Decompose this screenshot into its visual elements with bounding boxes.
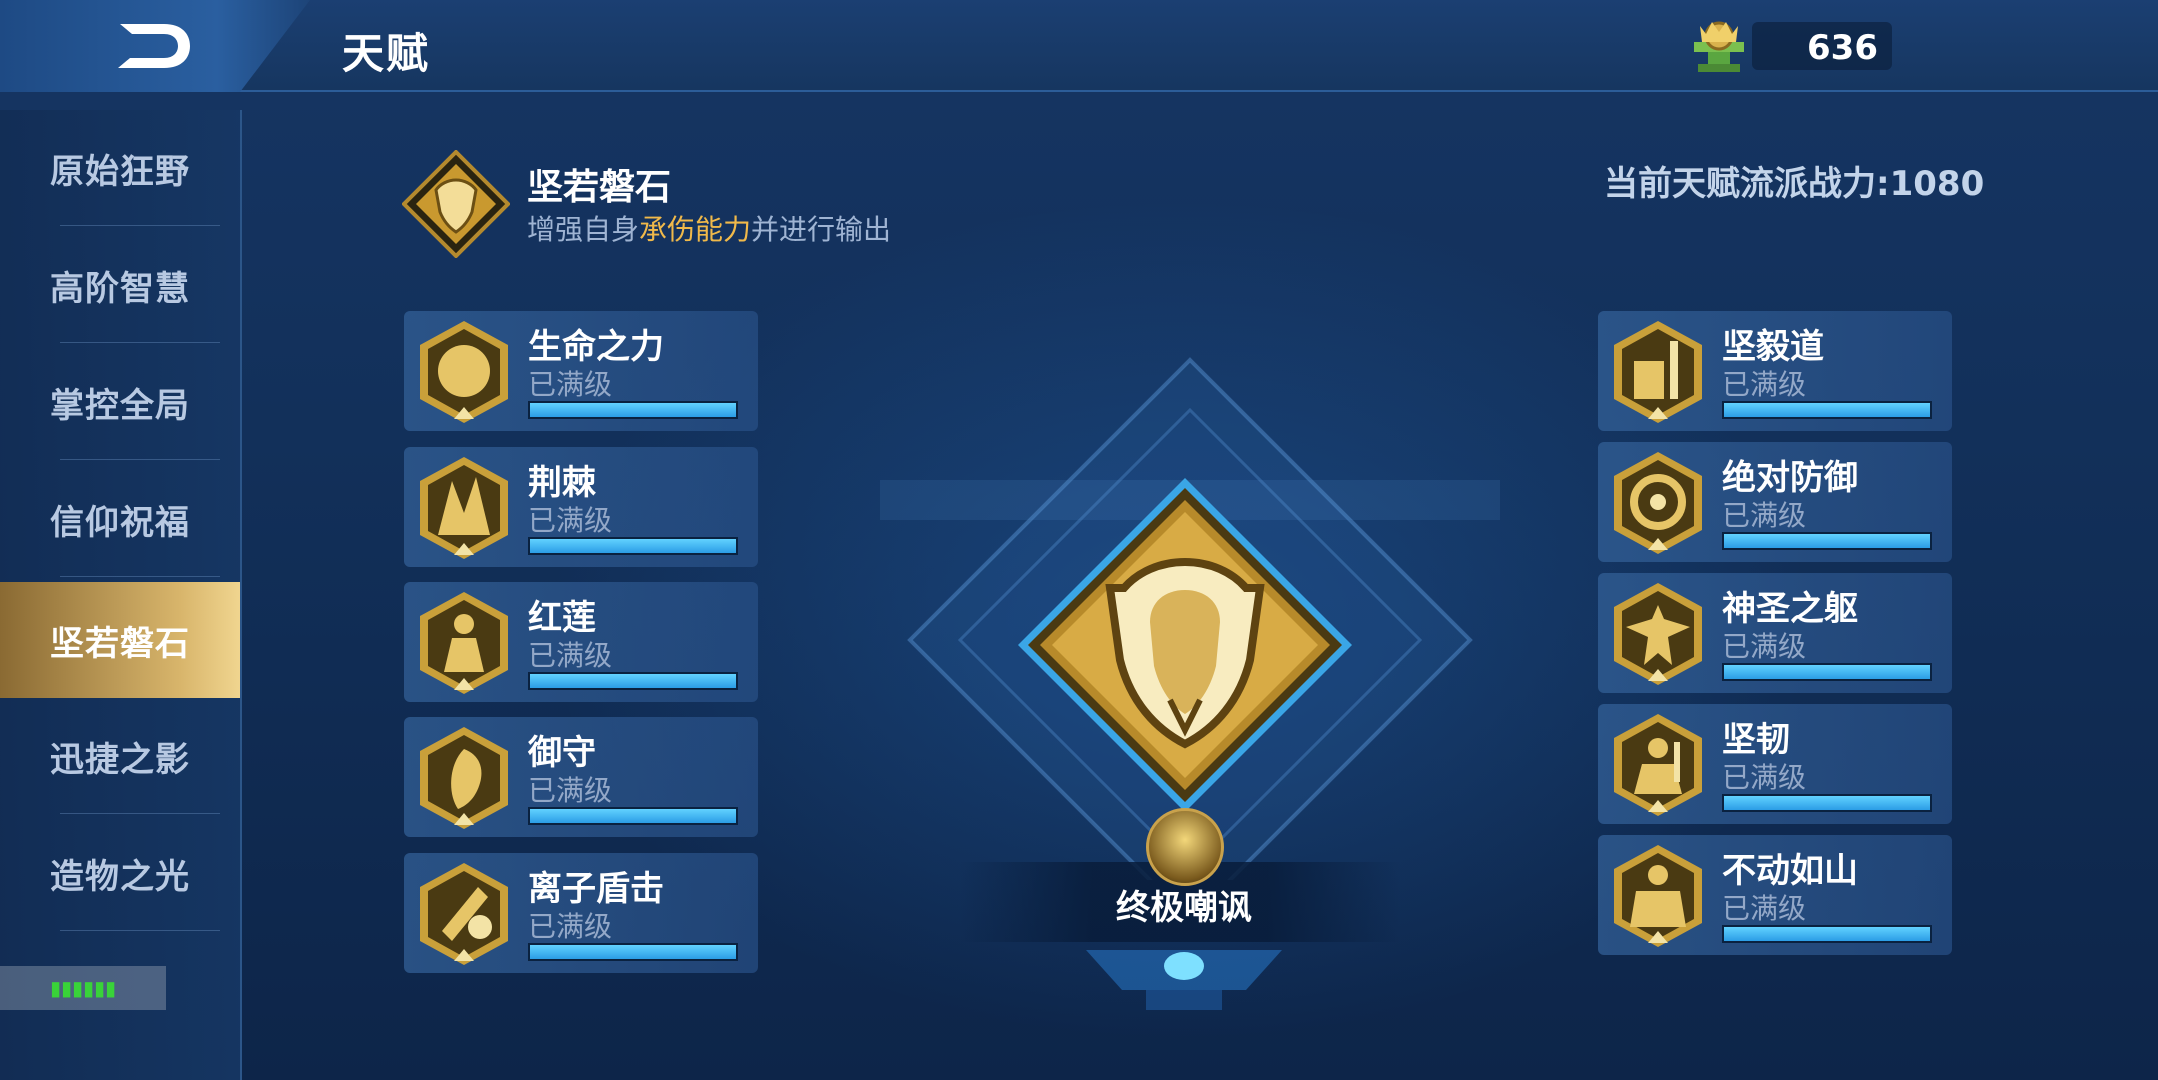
talent-name: 坚毅道 <box>1722 327 1824 367</box>
talent-status: 已满级 <box>528 774 613 807</box>
holy-body-icon <box>1614 583 1702 685</box>
glow-pedestal-icon <box>1086 950 1282 1010</box>
absolute-defense-icon <box>1614 452 1702 554</box>
talent-status: 已满级 <box>1722 892 1807 925</box>
talent-card[interactable]: 生命之力 已满级 <box>404 311 758 431</box>
currency-pill: 636 <box>1752 22 1892 70</box>
talent-name: 离子盾击 <box>528 869 664 909</box>
back-button[interactable] <box>0 0 310 92</box>
talent-progress-bar <box>1722 532 1932 550</box>
school-sidebar: 原始狂野 高阶智慧 掌控全局 信仰祝福 坚若磐石 迅捷之影 造物之光 <box>0 110 242 1080</box>
talent-name: 御守 <box>528 733 596 773</box>
talent-progress-bar <box>528 401 738 419</box>
talent-progress-fill <box>1724 796 1930 810</box>
talent-card[interactable]: 离子盾击 已满级 <box>404 853 758 973</box>
ultimate-emblem-icon <box>1018 478 1352 812</box>
talent-status: 已满级 <box>1722 499 1807 532</box>
talent-progress-bar <box>528 943 738 961</box>
thorns-icon <box>420 457 508 559</box>
talent-status: 已满级 <box>1722 761 1807 794</box>
guard-icon <box>420 727 508 829</box>
ultimate-name: 终极嘲讽 <box>1116 888 1252 928</box>
talent-card[interactable]: 神圣之躯 已满级 <box>1598 573 1952 693</box>
talent-status: 已满级 <box>1722 630 1807 663</box>
talent-progress-bar <box>528 537 738 555</box>
talent-card[interactable]: 坚毅道 已满级 <box>1598 311 1952 431</box>
talent-progress-fill <box>1724 403 1930 417</box>
talent-card[interactable]: 坚韧 已满级 <box>1598 704 1952 824</box>
talent-progress-bar <box>1722 663 1932 681</box>
talent-name: 荆棘 <box>528 463 596 503</box>
sidebar-item-high-wisdom[interactable]: 高阶智慧 <box>0 227 240 343</box>
talent-status: 已满级 <box>528 910 613 943</box>
talent-name: 坚韧 <box>1722 720 1790 760</box>
ion-shield-bash-icon <box>420 863 508 965</box>
talent-progress-bar <box>1722 925 1932 943</box>
shield-school-icon <box>402 150 510 258</box>
tenacity-icon <box>1614 714 1702 816</box>
sidebar-item-creation-light[interactable]: 造物之光 <box>0 815 240 931</box>
school-desc-highlight: 承伤能力 <box>639 213 752 246</box>
ultimate-hero-avatar[interactable] <box>1146 808 1224 886</box>
talent-status: 已满级 <box>528 639 613 672</box>
talent-status: 已满级 <box>1722 368 1807 401</box>
talent-card[interactable]: 不动如山 已满级 <box>1598 835 1952 955</box>
talent-card[interactable]: 荆棘 已满级 <box>404 447 758 567</box>
page-title: 天赋 <box>342 29 431 78</box>
sidebar-item-rock-solid[interactable]: 坚若磐石 <box>0 582 240 698</box>
watermark-overlay: ▮▮▮▮▮▮ <box>0 966 166 1010</box>
resolute-path-icon <box>1614 321 1702 423</box>
back-arrow-icon <box>118 24 190 68</box>
talent-name: 红莲 <box>528 598 596 638</box>
talent-progress-fill <box>530 945 736 959</box>
talent-name: 绝对防御 <box>1722 458 1858 498</box>
talent-card[interactable]: 绝对防御 已满级 <box>1598 442 1952 562</box>
sidebar-item-faith[interactable]: 信仰祝福 <box>0 461 240 577</box>
talent-progress-fill <box>530 674 736 688</box>
school-name: 坚若磐石 <box>527 167 672 208</box>
currency-display: 636 <box>1686 12 1892 78</box>
talent-progress-bar <box>1722 794 1932 812</box>
talent-progress-bar <box>528 807 738 825</box>
talent-name: 神圣之躯 <box>1722 589 1858 629</box>
school-power: 当前天赋流派战力:1080 <box>1604 164 1985 204</box>
life-force-icon <box>420 321 508 423</box>
talent-card[interactable]: 红莲 已满级 <box>404 582 758 702</box>
top-bar: 天赋 636 <box>0 0 2158 92</box>
red-lotus-icon <box>420 592 508 694</box>
school-description: 增强自身承伤能力并进行输出 <box>527 208 891 248</box>
currency-value: 636 <box>1807 28 1878 68</box>
school-desc-post: 并进行输出 <box>751 213 892 246</box>
talent-progress-fill <box>1724 665 1930 679</box>
talent-progress-bar <box>1722 401 1932 419</box>
emblem-currency-icon <box>1694 21 1744 72</box>
talent-progress-fill <box>530 403 736 417</box>
talent-status: 已满级 <box>528 504 613 537</box>
talent-progress-bar <box>528 672 738 690</box>
sidebar-item-control[interactable]: 掌控全局 <box>0 344 240 460</box>
talent-progress-fill <box>1724 927 1930 941</box>
talent-progress-fill <box>530 539 736 553</box>
talent-card[interactable]: 御守 已满级 <box>404 717 758 837</box>
talent-progress-fill <box>530 809 736 823</box>
talent-screen: 天赋 636 原始狂野 高阶智慧 掌控全局 信仰祝福 坚若磐石 迅捷之影 造物之… <box>0 0 2158 1080</box>
talent-name: 不动如山 <box>1722 851 1858 891</box>
talent-name: 生命之力 <box>528 327 664 367</box>
talent-progress-fill <box>1724 534 1930 548</box>
sidebar-item-swift-shadow[interactable]: 迅捷之影 <box>0 698 240 814</box>
sidebar-item-primal-wild[interactable]: 原始狂野 <box>0 110 240 226</box>
immovable-mountain-icon <box>1614 845 1702 947</box>
school-desc-pre: 增强自身 <box>527 213 640 246</box>
talent-status: 已满级 <box>528 368 613 401</box>
